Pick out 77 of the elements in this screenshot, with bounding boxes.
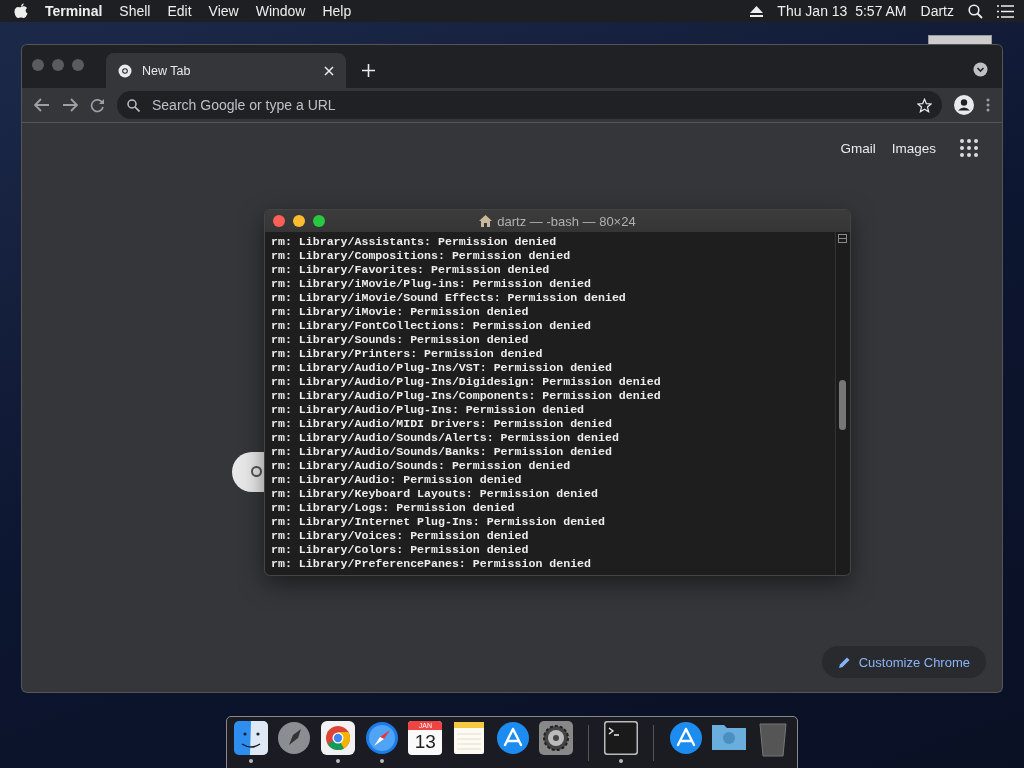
terminal-line: rm: Library/FontCollections: Permission denied (271, 319, 593, 333)
terminal-icon[interactable] (603, 721, 638, 755)
search-box[interactable] (232, 452, 265, 492)
pencil-icon (837, 655, 851, 669)
star-icon[interactable] (917, 97, 932, 113)
terminal-line: rm: Library/Audio/Plug-Ins: Permission denied (271, 403, 586, 417)
home-icon (479, 215, 493, 227)
terminal-line: rm: Library/Audio/MIDI Drivers: Permission denied (271, 417, 613, 431)
split-pane-icon[interactable] (838, 234, 847, 243)
terminal-line: rm: Library/Audio/Sounds/Alerts: Permission denied (271, 431, 620, 445)
terminal-line: rm: Library/Logs: Permission denied (271, 501, 516, 515)
profile-icon[interactable] (954, 95, 974, 115)
notepad-icon[interactable] (452, 721, 486, 755)
terminal-line: rm: Library/iMovie/Sound Effects: Permission denied (271, 291, 627, 305)
terminal-line: rm: Library/iMovie: Permission denied (271, 305, 530, 319)
terminal-line: rm: Library/Sounds: Permission denied (271, 333, 530, 347)
forward-icon[interactable] (62, 98, 78, 112)
header-link[interactable]: Images (891, 140, 936, 156)
chrome-icon (118, 63, 132, 78)
finder-icon[interactable] (233, 721, 268, 755)
apple-icon[interactable] (14, 3, 28, 19)
scrollbar-thumb[interactable] (839, 380, 846, 430)
terminal-line: rm: Library/Assistants: Permission denied (271, 235, 558, 249)
terminal-line: rm: Library/Audio: Permission denied (271, 473, 523, 487)
terminal-line: rm: Library/Colors: Permission denied (271, 543, 530, 557)
app-store-icon[interactable] (495, 721, 530, 755)
app-store-icon[interactable] (668, 721, 703, 755)
search-icon (127, 98, 140, 112)
menu-item[interactable]: Window (255, 3, 306, 19)
terminal-line: rm: Library/Audio/Sounds: Permission denied (271, 459, 572, 473)
terminal-line: rm: Library/Audio/Plug-Ins/Components: Permission denied (271, 389, 662, 403)
zoom-control[interactable] (313, 215, 325, 227)
menu-item[interactable]: Help (322, 3, 352, 19)
compass-icon[interactable] (364, 721, 399, 755)
window-control[interactable] (32, 58, 44, 71)
close-icon[interactable] (324, 65, 334, 76)
search-icon[interactable] (968, 3, 983, 19)
menu-list-icon[interactable] (997, 4, 1014, 18)
menu-item[interactable]: Shell (119, 3, 151, 19)
terminal-line: rm: Library/PreferencePanes: Permission denied (271, 557, 593, 571)
more-icon[interactable] (986, 98, 990, 112)
reload-icon[interactable] (90, 97, 105, 113)
gear-icon[interactable] (539, 721, 574, 755)
browser-tab[interactable]: New Tab (106, 53, 346, 88)
menu-item[interactable]: View (208, 3, 239, 19)
address-bar[interactable]: Search Google or type a URL (117, 91, 942, 119)
customize-button[interactable]: Customize Chrome (821, 646, 986, 678)
terminal-line: rm: Library/Compositions: Permission denied (271, 249, 572, 263)
search-icon (250, 465, 265, 479)
address-input[interactable]: Search Google or type a URL (150, 96, 907, 114)
header-link[interactable]: Gmail (840, 140, 876, 156)
back-icon[interactable] (34, 98, 50, 112)
calendar-day: 13 (414, 730, 436, 754)
terminal-line: rm: Library/Audio/Plug-Ins/VST: Permission denied (271, 361, 613, 375)
window-control[interactable] (72, 58, 84, 71)
terminal-line: rm: Library/Printers: Permission denied (271, 347, 544, 361)
terminal-line: rm: Library/Voices: Permission denied (271, 529, 530, 543)
trash-icon[interactable] (758, 721, 789, 757)
tab-search-icon[interactable] (973, 62, 988, 77)
minimize-control[interactable] (293, 215, 305, 227)
menu-clock[interactable]: Thu Jan 13 5:57 AM (777, 3, 907, 19)
terminal-line: rm: Library/Favorites: Permission denied (271, 263, 551, 277)
apps-grid-icon[interactable] (960, 139, 978, 157)
eject-icon[interactable] (750, 5, 764, 17)
chrome-icon[interactable] (321, 721, 356, 755)
terminal-line: rm: Library/Audio/Plug-Ins/Digidesign: Permission denied (271, 375, 662, 389)
menu-app-name[interactable]: Terminal (45, 3, 103, 19)
menu-user[interactable]: Dartz (920, 3, 954, 19)
terminal-line: rm: Library/Keyboard Layouts: Permission denied (271, 487, 599, 501)
terminal-line: rm: Library/Internet Plug-Ins: Permission denied (271, 515, 606, 529)
terminal-line: rm: Library/iMovie/Plug-ins: Permission denied (271, 277, 593, 291)
close-control[interactable] (273, 215, 285, 227)
new-tab-icon[interactable] (362, 64, 375, 77)
terminal-line: rm: Library/Audio/Sounds/Banks: Permission denied (271, 445, 613, 459)
menu-item[interactable]: Edit (167, 3, 192, 19)
window-control[interactable] (52, 58, 64, 71)
window-title: dartz — -bash — 80×24 (497, 213, 636, 229)
